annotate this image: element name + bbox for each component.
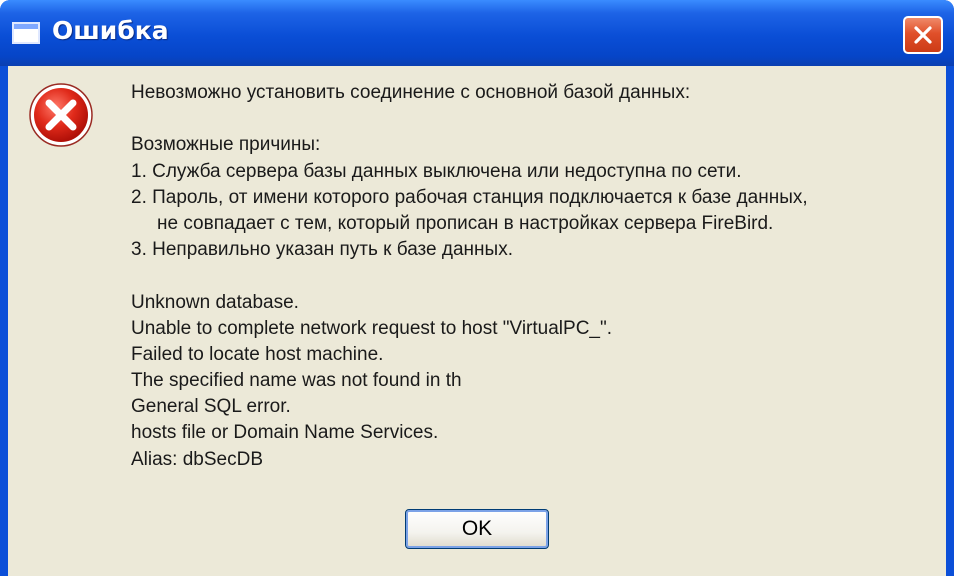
detail-line: Alias: dbSecDB	[131, 448, 264, 470]
cause-item: 2. Пароль, от имени которого рабочая ста…	[131, 186, 808, 208]
detail-line: Failed to locate host machine.	[131, 343, 384, 365]
title-bar[interactable]: Ошибка	[0, 0, 954, 66]
cause-item: 1. Служба сервера базы данных выключена …	[131, 160, 742, 182]
window-icon	[12, 22, 40, 44]
error-heading: Невозможно установить соединение с основ…	[131, 82, 691, 103]
detail-line: The specified name was not found in th	[131, 370, 462, 392]
causes-title: Возможные причины:	[131, 134, 321, 156]
close-button[interactable]	[903, 16, 943, 54]
dialog-body: Невозможно установить соединение с основ…	[8, 66, 946, 576]
detail-line: Unable to complete network request to ho…	[131, 317, 613, 339]
detail-line: Unknown database.	[131, 291, 299, 313]
close-x-icon	[914, 26, 932, 44]
detail-line: hosts file or Domain Name Services.	[131, 422, 439, 444]
window-title: Ошибка	[52, 16, 169, 45]
ok-button[interactable]: OK	[405, 509, 549, 549]
error-icon	[29, 83, 93, 147]
error-message: Невозможно установить соединение с основ…	[131, 80, 936, 473]
cause-item-continuation: не совпадает с тем, который прописан в н…	[157, 212, 774, 234]
error-dialog-window: Ошибка Невозможно установить соединение …	[0, 0, 954, 576]
detail-line: General SQL error.	[131, 396, 291, 418]
cause-item: 3. Неправильно указан путь к базе данных…	[131, 239, 513, 261]
